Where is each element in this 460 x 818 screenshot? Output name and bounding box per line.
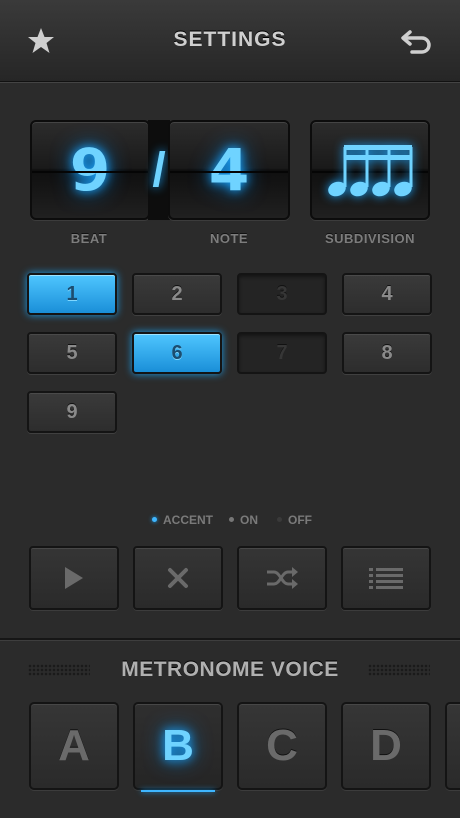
beat-button-5[interactable]: 5 — [27, 332, 117, 374]
legend-accent-label: ACCENT — [163, 513, 213, 527]
voice-button-b[interactable]: B — [133, 702, 223, 792]
beat-button-2[interactable]: 2 — [132, 273, 222, 315]
beat-label: BEAT — [70, 231, 108, 246]
shuffle-button[interactable] — [237, 546, 327, 610]
beat-display[interactable]: 9 — [30, 120, 150, 220]
legend-off: OFF — [277, 513, 312, 527]
clear-button[interactable] — [133, 546, 223, 610]
voice-button-d[interactable]: D — [341, 702, 431, 790]
legend-on-label: ON — [240, 513, 258, 527]
note-display[interactable]: 4 — [168, 120, 290, 220]
legend-on: ON — [229, 513, 258, 527]
accent-dot-icon — [152, 517, 157, 523]
voice-button-c[interactable]: C — [237, 702, 327, 790]
on-dot-icon — [229, 517, 234, 523]
shuffle-icon — [267, 567, 298, 589]
list-button[interactable] — [341, 546, 431, 610]
beat-button-8[interactable]: 8 — [342, 332, 432, 374]
clear-icon — [168, 568, 188, 588]
beat-button-4[interactable]: 4 — [342, 273, 432, 315]
play-icon — [65, 567, 83, 589]
legend-off-label: OFF — [288, 513, 312, 527]
beat-button-7[interactable]: 7 — [237, 332, 327, 374]
section-divider — [0, 638, 460, 640]
list-icon — [369, 568, 403, 589]
back-arrow-icon[interactable] — [400, 26, 434, 56]
voice-button-a[interactable]: A — [29, 702, 119, 790]
subdivision-display[interactable] — [310, 120, 430, 220]
note-value: 4 — [208, 136, 250, 204]
sixteenth-notes-icon — [328, 145, 413, 197]
beat-button-6[interactable]: 6 — [132, 332, 222, 374]
beat-button-1[interactable]: 1 — [27, 273, 117, 315]
subdivision-label: SUBDIVISION — [324, 231, 415, 246]
play-button[interactable] — [29, 546, 119, 610]
beat-value: 9 — [69, 136, 111, 204]
time-signature-separator: / — [148, 120, 170, 220]
legend-accent: ACCENT — [152, 513, 213, 527]
note-label: NOTE — [209, 231, 249, 246]
beat-button-9[interactable]: 9 — [27, 391, 117, 433]
page-title: SETTINGS — [173, 28, 287, 51]
decorative-dots-right — [368, 664, 430, 676]
off-dot-icon — [277, 517, 282, 523]
header-bar: SETTINGS — [0, 0, 460, 82]
voice-button-next-partial[interactable] — [445, 702, 460, 790]
beat-button-3[interactable]: 3 — [237, 273, 327, 315]
